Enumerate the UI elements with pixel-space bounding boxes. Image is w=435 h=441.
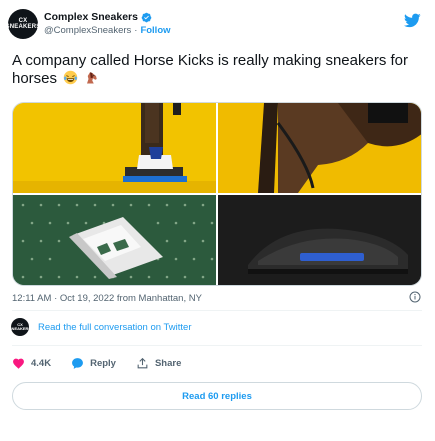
photo-shoe-green-pegboard[interactable] (13, 195, 216, 285)
heart-icon (13, 358, 24, 369)
reply-button[interactable]: Reply (71, 357, 116, 370)
display-name[interactable]: Complex Sneakers (44, 11, 138, 23)
reply-bubble-icon (72, 358, 83, 369)
name-row: Complex Sneakers (44, 11, 152, 23)
divider-top (12, 310, 422, 311)
conversation-avatar[interactable]: CX SNEAKERS (9, 318, 31, 336)
photo-4-art (218, 195, 421, 285)
photo-shoe-dark-blue-strap[interactable] (218, 195, 421, 285)
read-replies-button[interactable]: Read 60 replies (12, 382, 422, 410)
handle-row: @ComplexSneakers · Follow (44, 25, 171, 36)
avatar-logo-text: CX SNEAKERS (6, 18, 41, 30)
action-bar: 4.4K Reply Share (12, 357, 201, 370)
tweet-text: A company called Horse Kicks is really m… (12, 52, 422, 88)
like-button[interactable]: 4.4K (12, 357, 51, 370)
info-icon[interactable] (409, 291, 421, 303)
twitter-bird-icon[interactable] (404, 12, 421, 29)
embedded-tweet-card: CX SNEAKERS Complex Sneakers @ComplexSne… (0, 0, 435, 441)
small-avatar-logo-text: CX SNEAKERS (9, 323, 31, 331)
photo-horse-rider[interactable] (218, 103, 421, 193)
tweet-timestamp[interactable]: 12:11 AM · Oct 19, 2022 from Manhattan, … (12, 293, 202, 304)
reply-label: Reply (90, 358, 116, 369)
small-avatar-line-2: SNEAKERS (8, 326, 32, 331)
share-button[interactable]: Share (136, 357, 181, 370)
photo-horse-shoe-blue[interactable] (13, 103, 216, 193)
laughing-crying-face-icon (63, 70, 78, 85)
account-handle[interactable]: @ComplexSneakers (44, 25, 131, 36)
follow-button[interactable]: Follow (140, 25, 170, 36)
divider-middle (12, 345, 422, 346)
horse-icon (87, 72, 98, 84)
share-upload-icon (137, 357, 148, 369)
avatar-line-2: SNEAKERS (5, 24, 41, 30)
verified-badge-icon (141, 12, 152, 22)
share-label: Share (154, 358, 182, 369)
handle-separator: · (134, 25, 138, 36)
photo-2-art (218, 103, 421, 193)
account-avatar[interactable]: CX SNEAKERS (6, 9, 41, 39)
read-full-conversation-link[interactable]: Read the full conversation on Twitter (38, 322, 192, 333)
media-grid[interactable] (12, 102, 422, 286)
photo-1-art (13, 103, 216, 193)
photo-3-art (13, 195, 216, 285)
like-count: 4.4K (31, 358, 52, 369)
